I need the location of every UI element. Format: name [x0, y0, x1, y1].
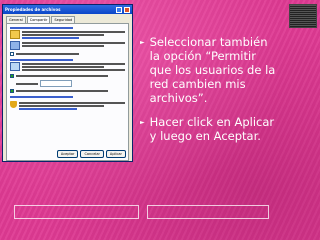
arrow-bullet-icon: ►: [140, 119, 145, 126]
tab-general: General: [6, 16, 26, 23]
make-private-checkbox: [10, 52, 14, 56]
tab-seguridad: Seguridad: [51, 16, 76, 23]
firewall-note: [10, 101, 125, 111]
bullet-text: Seleccionar también la opción “Permitir …: [149, 35, 276, 105]
make-private-checkbox-row: [10, 52, 125, 56]
bullet-item: ► Seleccionar también la opción “Permiti…: [140, 35, 310, 105]
dialog-tabs: General Compartir Seguridad: [3, 14, 132, 23]
bullet-list: ► Seleccionar también la opción “Permiti…: [140, 35, 310, 153]
tab-compartir: Compartir: [26, 16, 51, 23]
dialog-buttons: Aceptar Cancelar Aplicar: [56, 150, 126, 158]
share-name-input: [40, 80, 72, 87]
accept-button: Aceptar: [56, 150, 79, 158]
group-local-sharing: [10, 27, 125, 29]
help-icon: [116, 6, 122, 13]
footer-date-box: [14, 205, 139, 219]
shield-icon: [10, 101, 17, 108]
apply-button: Aplicar: [105, 150, 126, 158]
private-folder-row: [10, 41, 125, 50]
allow-change-checkbox: [10, 89, 14, 93]
dialog-title: Propiedades de archivos: [5, 7, 61, 12]
allow-change-checkbox-row: [10, 89, 125, 93]
network-folder-icon: [10, 62, 20, 71]
arrow-bullet-icon: ►: [140, 39, 145, 46]
bullet-text: Hacer click en Aplicar y luego en Acepta…: [149, 115, 275, 143]
bullet-item: ► Hacer click en Aplicar y luego en Acep…: [140, 115, 310, 143]
cancel-button: Cancelar: [80, 150, 104, 158]
dialog-titlebar: Propiedades de archivos: [3, 5, 132, 14]
dialog-panel: Aceptar Cancelar Aplicar: [6, 23, 129, 161]
corner-decoration: [289, 4, 317, 28]
folder-icon: [10, 30, 20, 39]
close-icon: [124, 6, 130, 13]
group-network-sharing: [10, 59, 125, 61]
local-sharing-row: [10, 30, 125, 40]
share-name-row: [10, 80, 125, 87]
network-sharing-row: [10, 62, 125, 72]
footer-text-box: [147, 205, 269, 219]
share-on-network-checkbox: [10, 74, 14, 78]
share-on-network-checkbox-row: [10, 74, 125, 78]
lock-folder-icon: [10, 41, 20, 50]
learn-more-link: [10, 96, 74, 98]
properties-dialog-screenshot: Propiedades de archivos General Comparti…: [2, 4, 133, 162]
